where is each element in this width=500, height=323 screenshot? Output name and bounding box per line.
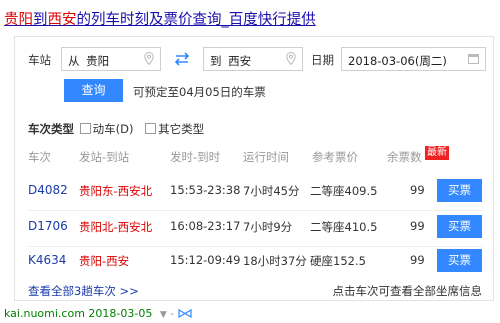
station-label: 车站	[28, 53, 51, 67]
duration-cell: 18小时37分	[243, 254, 307, 268]
location-pin-icon	[144, 52, 154, 65]
table-row: D4082 贵阳东-西安北 15:53-23:38 7小时45分 二等座409.…	[15, 175, 493, 209]
view-all-trains-link[interactable]: 查看全部3趟车次 >>	[28, 283, 139, 299]
new-badge: 最新	[425, 146, 449, 160]
duration-cell: 7小时45分	[243, 184, 300, 198]
buy-ticket-button[interactable]: 买票	[437, 179, 482, 202]
arrival-station: 西安北	[117, 184, 153, 198]
train-type-filter: 车次类型 动车(D) 其它类型	[28, 121, 204, 137]
from-prefix: 从	[68, 54, 80, 68]
price-cell: 二等座410.5	[310, 220, 378, 234]
header-duration: 运行时间	[243, 150, 289, 164]
train-number-link[interactable]: K4634	[28, 253, 66, 267]
filter-other-label: 其它类型	[158, 122, 205, 136]
remaining-cell: 99	[410, 219, 425, 233]
price-cell: 硬座152.5	[310, 254, 366, 268]
presale-note: 可预定至04月05日的车票	[133, 85, 266, 99]
table-row: D1706 贵阳北-西安北 16:08-23:17 7小时9分 二等座410.5…	[15, 211, 493, 245]
to-value: 西安	[228, 54, 252, 68]
header-stations: 发站-到站	[79, 150, 130, 164]
buy-ticket-button[interactable]: 买票	[437, 249, 482, 272]
swap-arrows-icon	[174, 52, 190, 66]
arrival-station: 西安	[106, 254, 130, 268]
filter-dongche-checkbox[interactable]	[79, 123, 91, 134]
location-pin-icon	[286, 52, 296, 65]
train-number-link[interactable]: D1706	[28, 219, 68, 233]
filter-other-checkbox[interactable]	[145, 123, 157, 134]
from-station-input[interactable]: 从 贵阳	[61, 47, 161, 71]
train-search-card: 车站 从 贵阳 到 西安 日期 2018-03-06(周二) 查询 可预定至04…	[14, 36, 494, 301]
separator-dash: -	[170, 307, 175, 320]
query-button[interactable]: 查询	[64, 79, 123, 102]
query-row: 查询 可预定至04月05日的车票	[15, 79, 493, 103]
source-date: 2018-03-05	[88, 307, 153, 320]
times-cell: 15:53-23:38	[170, 183, 241, 197]
title-from-station: 贵阳	[4, 12, 33, 28]
title-to-station: 西安	[47, 12, 77, 28]
buy-ticket-button[interactable]: 买票	[437, 215, 482, 238]
result-title-link[interactable]: 贵阳到西安的列车时刻及票价查询_百度快行提供	[4, 8, 316, 29]
header-train: 车次	[28, 150, 51, 164]
table-header: 车次 发站-到站 发时-到时 运行时间 参考票价 余票数 最新	[15, 146, 493, 165]
departure-station: 贵阳东	[79, 184, 114, 198]
stations-cell: 贵阳东-西安北	[79, 184, 153, 198]
times-cell: 15:12-09:49	[170, 253, 241, 267]
title-rest: 的列车时刻及票价查询_百度快行提供	[76, 12, 316, 28]
from-value: 贵阳	[86, 54, 110, 68]
dropdown-arrow-icon[interactable]: ▼	[160, 310, 167, 320]
search-row: 车站 从 贵阳 到 西安 日期 2018-03-06(周二)	[15, 45, 493, 73]
train-number-link[interactable]: D4082	[28, 183, 68, 197]
table-row: K4634 贵阳-西安 15:12-09:49 18小时37分 硬座152.5 …	[15, 245, 493, 279]
filter-dongche-label: 动车(D)	[92, 122, 134, 136]
header-remaining: 余票数	[387, 150, 422, 164]
date-label: 日期	[311, 53, 334, 67]
remaining-cell: 99	[410, 183, 425, 197]
seat-info-hint: 点击车次可查看全部坐席信息	[332, 284, 483, 298]
stations-cell: 贵阳北-西安北	[79, 220, 153, 234]
calendar-icon	[468, 54, 479, 64]
bowtie-icon[interactable]	[178, 308, 192, 319]
to-prefix: 到	[210, 54, 222, 68]
arrival-station: 西安北	[117, 220, 153, 234]
to-station-input[interactable]: 到 西安	[203, 47, 303, 71]
departure-station: 贵阳	[79, 254, 102, 268]
duration-cell: 7小时9分	[243, 220, 293, 234]
header-times: 发时-到时	[170, 150, 221, 164]
train-type-label: 车次类型	[28, 122, 74, 136]
title-to-word: 到	[33, 12, 48, 28]
remaining-cell: 99	[410, 253, 425, 267]
departure-station: 贵阳北	[79, 220, 114, 234]
price-cell: 二等座409.5	[310, 184, 378, 198]
header-price: 参考票价	[312, 150, 358, 164]
swap-stations-button[interactable]	[167, 47, 197, 71]
date-input[interactable]: 2018-03-06(周二)	[341, 47, 486, 71]
times-cell: 16:08-23:17	[170, 219, 241, 233]
source-url[interactable]: kai.nuomi.com	[4, 307, 85, 320]
source-line: kai.nuomi.com 2018-03-05 ▼ -	[4, 307, 192, 320]
date-value: 2018-03-06(周二)	[348, 54, 447, 68]
stations-cell: 贵阳-西安	[79, 254, 130, 268]
